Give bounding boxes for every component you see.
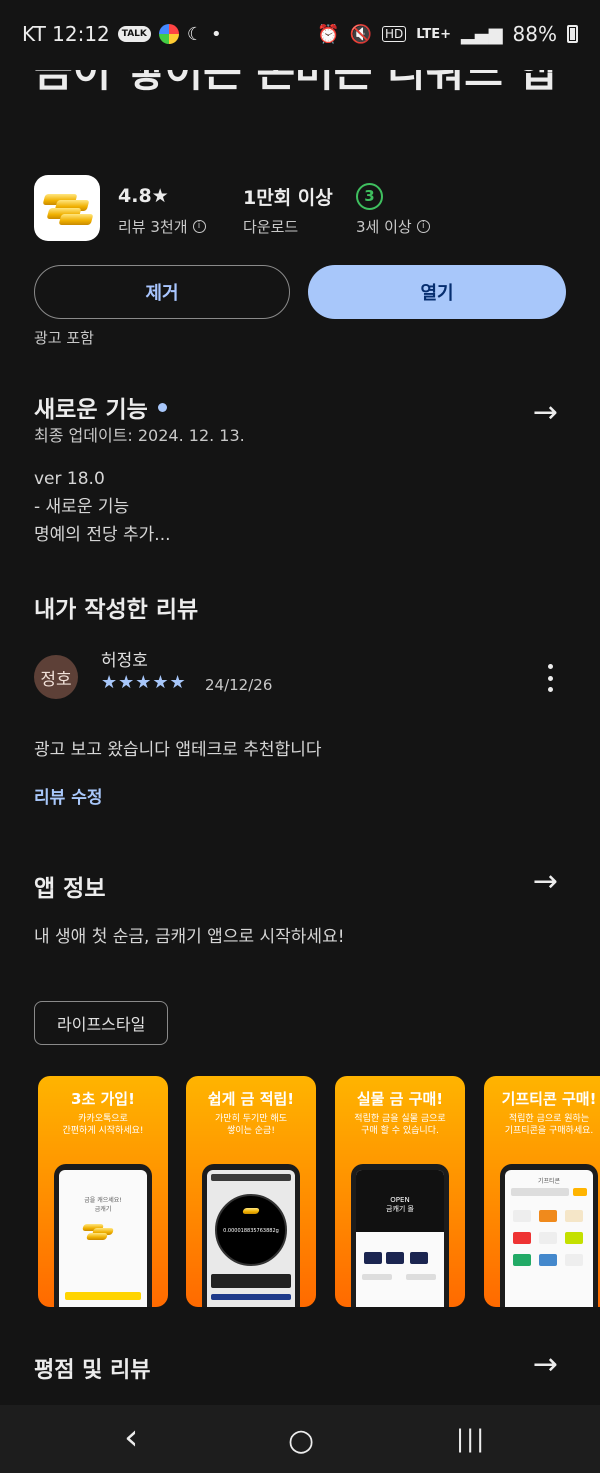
category-chip[interactable]: 라이프스타일 bbox=[34, 1001, 169, 1045]
phone-mockup: OPEN 금캐기 몰 bbox=[351, 1164, 449, 1307]
moon-icon: ☾ bbox=[186, 23, 204, 45]
review-text: 광고 보고 왔습니다 앱테크로 추천합니다 bbox=[34, 740, 322, 760]
screenshot-2[interactable]: 쉽게 금 적립! 가만히 두기만 해도 쌓이는 순금! 0.0000188357… bbox=[186, 1076, 316, 1307]
hd-icon: HD bbox=[381, 26, 407, 42]
downloads-stat: 1만회 이상 다운로드 bbox=[243, 182, 333, 237]
gold-bars-icon bbox=[42, 190, 94, 226]
signal-icon: ▂▄▆ bbox=[461, 23, 503, 45]
ads-note: 광고 포함 bbox=[34, 329, 94, 347]
ratings-reviews-title[interactable]: 평점 및 리뷰 bbox=[34, 1352, 151, 1384]
new-indicator-dot bbox=[157, 403, 167, 412]
gold-bars-icon bbox=[81, 1222, 125, 1242]
system-nav-bar: ‹ ○ ||| bbox=[0, 1405, 600, 1473]
screenshot-1[interactable]: 3초 가입! 카카오톡으로 간편하게 시작하세요! 금을 캐으세요! 금캐기 bbox=[38, 1076, 168, 1307]
reviews-count: 리뷰 3천개 bbox=[118, 218, 188, 236]
app-description: 내 생애 첫 순금, 금캐기 앱으로 시작하세요! bbox=[34, 927, 345, 947]
status-left: KT 12:12 TALK ☾ • bbox=[22, 22, 222, 46]
rating-stat[interactable]: 4.8★ 리뷰 3천개 i bbox=[118, 182, 206, 237]
battery-icon bbox=[567, 25, 578, 43]
dot-icon: • bbox=[211, 23, 222, 45]
arrow-right-icon[interactable]: → bbox=[533, 864, 558, 899]
recents-button[interactable]: ||| bbox=[456, 1425, 486, 1453]
downloads-label: 다운로드 bbox=[243, 218, 299, 236]
edit-review-link[interactable]: 리뷰 수정 bbox=[34, 783, 102, 808]
status-right: ⏰ 🔇 HD LTE+ ▂▄▆ 88% bbox=[317, 22, 578, 46]
phone-mockup: 기프티콘 bbox=[500, 1164, 598, 1307]
chat-icon: TALK bbox=[117, 26, 151, 42]
open-button[interactable]: 열기 bbox=[308, 265, 566, 319]
app-icon bbox=[34, 175, 100, 241]
downloads-value: 1만회 이상 bbox=[243, 186, 333, 209]
release-notes: ver 18.0 - 새로운 기능 명예의 전당 추가... bbox=[34, 469, 171, 545]
reviewer-name: 허정호 bbox=[101, 651, 148, 671]
avatar: 정호 bbox=[34, 655, 78, 699]
remove-button[interactable]: 제거 bbox=[34, 265, 290, 319]
mute-icon: 🔇 bbox=[349, 23, 372, 45]
gold-bars-icon bbox=[241, 1206, 263, 1218]
review-date: 24/12/26 bbox=[205, 676, 273, 694]
age-rating-badge: 3 bbox=[356, 182, 383, 210]
back-button[interactable]: ‹ bbox=[124, 1417, 138, 1458]
more-options-icon[interactable] bbox=[538, 664, 562, 692]
arrow-right-icon[interactable]: → bbox=[533, 1347, 558, 1382]
arrow-right-icon[interactable]: → bbox=[533, 395, 558, 430]
battery-percent: 88% bbox=[512, 22, 557, 46]
my-review-title: 내가 작성한 리뷰 bbox=[34, 597, 199, 623]
age-label: 3세 이상 bbox=[356, 218, 412, 236]
screenshot-4[interactable]: 기프티콘 구매! 적립한 금으로 원하는 기프티콘을 구매하세요. 기프티콘 bbox=[484, 1076, 600, 1307]
phone-mockup: 0.000018835763882g bbox=[202, 1164, 300, 1307]
star-rating: ★★★★★ bbox=[101, 672, 187, 693]
network-label: LTE+ bbox=[416, 26, 452, 42]
rating-value: 4.8★ bbox=[118, 185, 169, 207]
info-icon[interactable]: i bbox=[416, 220, 430, 233]
alarm-icon: ⏰ bbox=[317, 23, 340, 45]
color-app-icon bbox=[158, 24, 179, 44]
carrier-time: KT 12:12 bbox=[22, 22, 110, 46]
last-updated: 최종 업데이트: 2024. 12. 13. bbox=[34, 426, 245, 445]
screenshot-3[interactable]: 실물 금 구매! 적립한 금을 실물 금으로 구매 할 수 있습니다. OPEN… bbox=[335, 1076, 465, 1307]
age-stat[interactable]: 3 3세 이상 i bbox=[356, 182, 430, 237]
status-bar: KT 12:12 TALK ☾ • ⏰ 🔇 HD LTE+ ▂▄▆ 88% bbox=[0, 0, 600, 70]
info-icon[interactable]: i bbox=[192, 220, 206, 233]
phone-mockup: 금을 캐으세요! 금캐기 bbox=[54, 1164, 152, 1307]
whats-new-title[interactable]: 새로운 기능 bbox=[34, 390, 167, 424]
home-button[interactable]: ○ bbox=[288, 1423, 314, 1458]
about-title[interactable]: 앱 정보 bbox=[34, 869, 106, 903]
